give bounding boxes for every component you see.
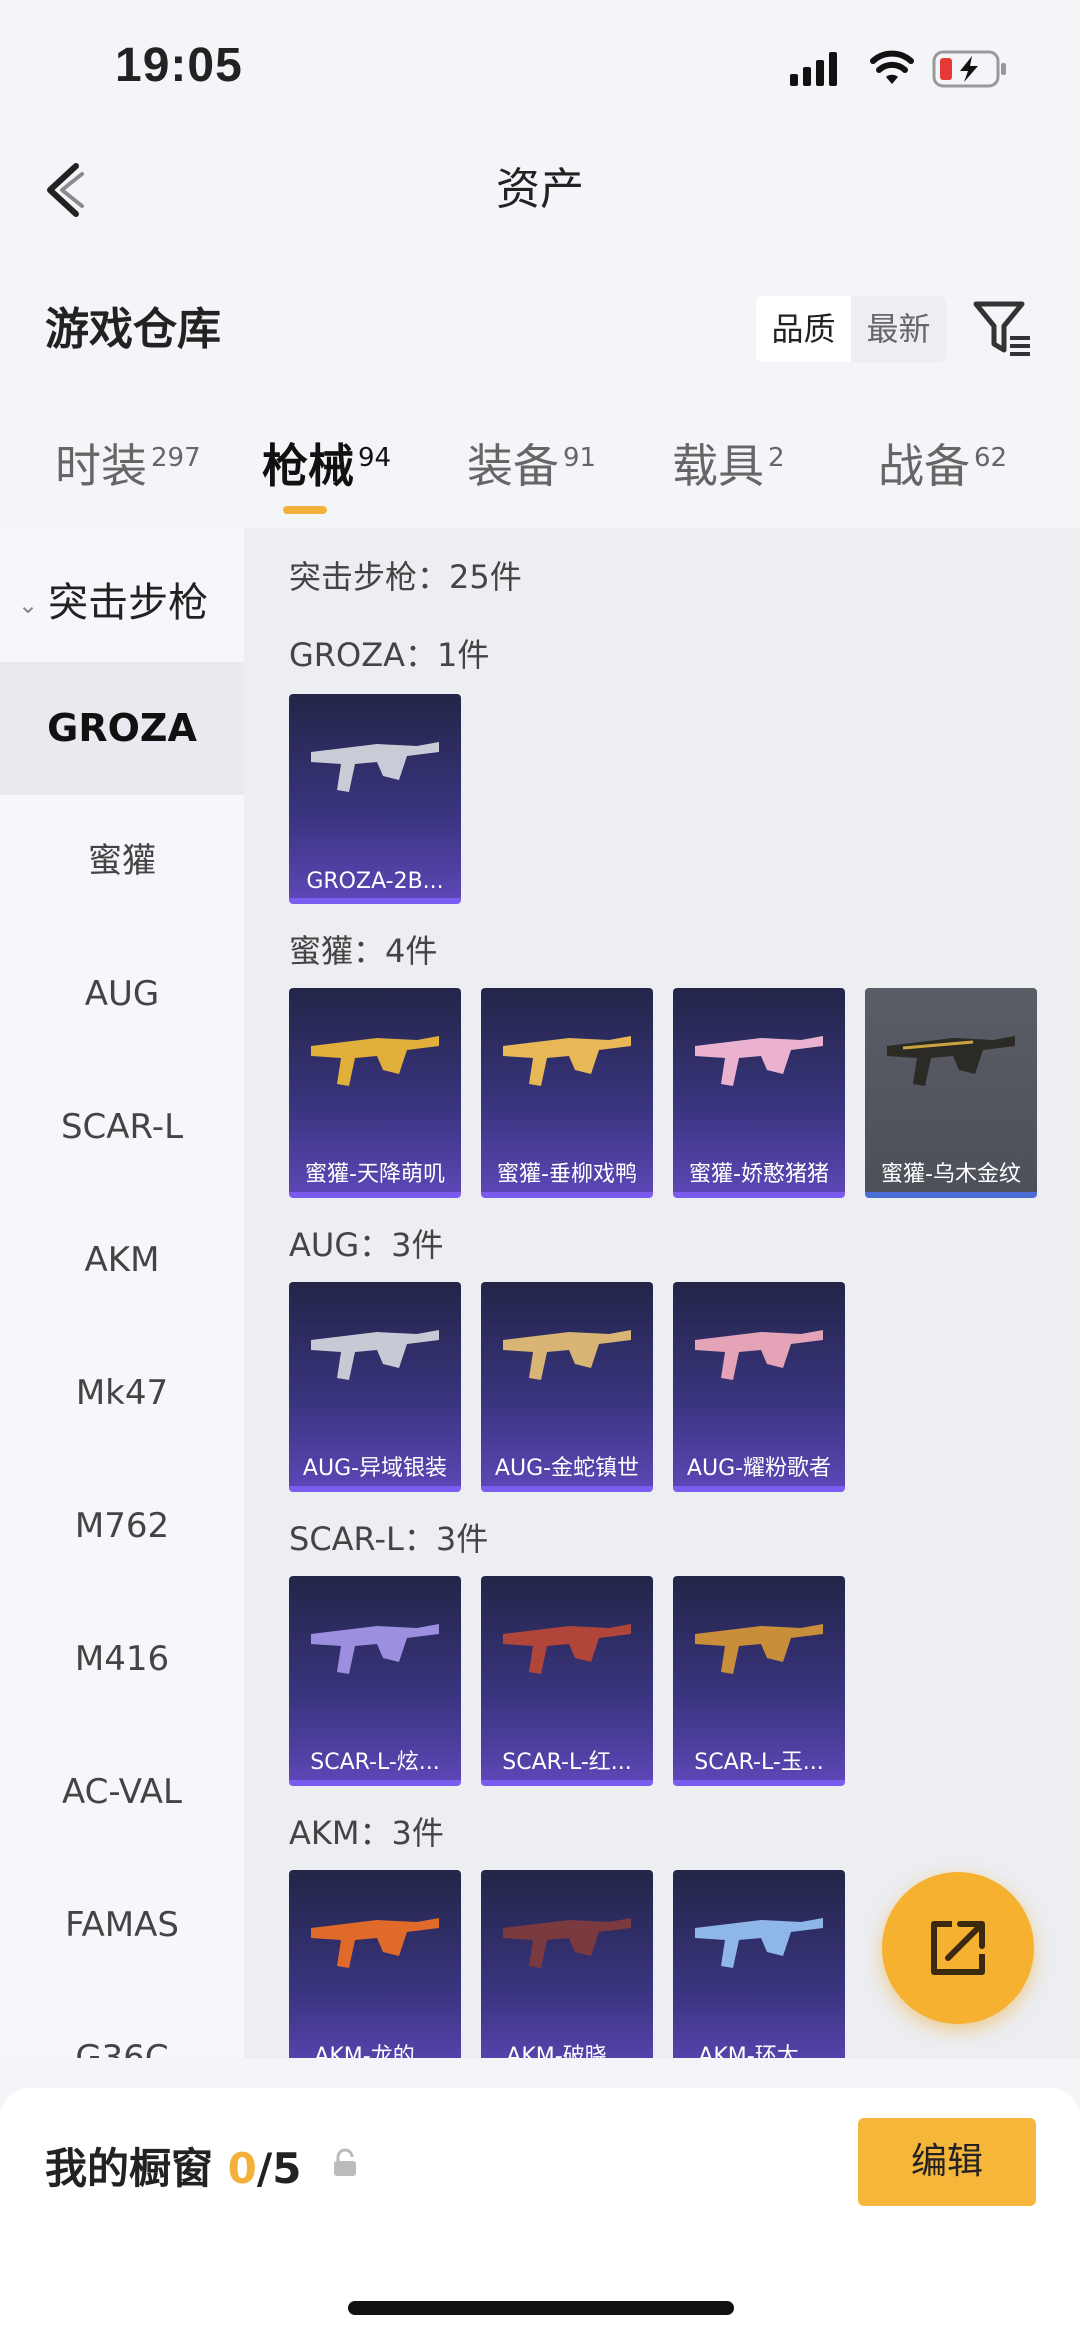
sidebar-item-honey-badger[interactable]: 蜜獾 [0,795,244,928]
warehouse-title: 游戏仓库 [45,304,221,355]
rifle-icon [311,1918,439,1968]
rifle-icon [311,1330,439,1380]
wifi-icon [870,50,914,84]
home-indicator [348,2301,734,2315]
edit-button[interactable]: 编辑 [858,2118,1036,2206]
rifle-icon [503,1036,631,1086]
rifle-icon [311,1624,439,1674]
share-icon [931,1921,985,1975]
rifle-icon [695,1918,823,1968]
tab-equipment[interactable]: 装备 91 [467,430,596,496]
weapon-card[interactable]: AKM-破晓... [481,1870,653,2058]
signal-icon [790,52,837,86]
share-button[interactable] [882,1872,1034,2024]
rifle-icon [503,1918,631,1968]
showcase-label: 我的橱窗 0/5 [45,2144,302,2193]
weapon-card[interactable]: 蜜獾-天降萌叽 [289,988,461,1198]
battery-icon [932,50,1006,88]
tab-active-indicator [283,506,327,514]
filter-icon[interactable] [972,298,1034,360]
rifle-icon [695,1036,823,1086]
tab-vehicles[interactable]: 载具 2 [672,430,785,496]
weapon-card[interactable]: AUG-金蛇镇世 [481,1282,653,1492]
rifle-icon [311,742,439,792]
category-sidebar: ⌄ 突击步枪 GROZA 蜜獾 AUG SCAR-L AKM Mk47 M762 … [0,528,244,2058]
weapon-card[interactable]: 蜜獾-垂柳戏鸭 [481,988,653,1198]
tab-fashion[interactable]: 时装 297 [55,430,201,496]
weapon-card[interactable]: SCAR-L-炫... [289,1576,461,1786]
weapon-card[interactable]: GROZA-2B... [289,694,461,904]
weapon-card[interactable]: 蜜獾-娇憨猪猪 [673,988,845,1198]
sidebar-item-m762[interactable]: M762 [0,1460,244,1593]
sort-latest-option[interactable]: 最新 [851,296,946,362]
section-count: 突击步枪：25件 [289,558,522,596]
tab-bar: 时装 297 枪械 94 装备 91 载具 2 战备 62 [0,430,1080,520]
rifle-icon [503,1330,631,1380]
lock-icon [334,2148,356,2176]
sidebar-item-akm[interactable]: AKM [0,1194,244,1327]
chevron-down-icon: ⌄ [18,591,39,619]
rifle-icon [311,1036,439,1086]
sidebar-item-m416[interactable]: M416 [0,1593,244,1726]
weapon-card[interactable]: SCAR-L-玉... [673,1576,845,1786]
status-time: 19:05 [115,39,243,92]
sidebar-item-ac-val[interactable]: AC-VAL [0,1726,244,1859]
sidebar-item-aug[interactable]: AUG [0,928,244,1061]
group-title: AKM：3件 [289,1814,444,1852]
rifle-icon [887,1036,1015,1086]
weapon-card[interactable]: AKM-龙的... [289,1870,461,2058]
sidebar-item-groza[interactable]: GROZA [0,662,244,795]
group-title: SCAR-L：3件 [289,1520,489,1558]
status-bar: 19:05 [0,0,1080,140]
tab-firearms[interactable]: 枪械 94 [262,430,391,496]
sidebar-item-g36c[interactable]: G36C [0,1992,244,2058]
sidebar-item-mk47[interactable]: Mk47 [0,1327,244,1460]
sort-toggle: 品质 最新 [756,296,946,362]
category-assault-rifle[interactable]: ⌄ 突击步枪 [18,570,208,628]
rifle-icon [503,1624,631,1674]
group-title: AUG：3件 [289,1226,444,1264]
sort-quality-option[interactable]: 品质 [756,296,851,362]
rifle-icon [695,1624,823,1674]
sidebar-item-scar-l[interactable]: SCAR-L [0,1061,244,1194]
tab-supplies[interactable]: 战备 62 [878,430,1007,496]
weapon-card[interactable]: 蜜獾-乌木金纹 [865,988,1037,1198]
rifle-icon [695,1330,823,1380]
weapon-card[interactable]: AUG-异域银装 [289,1282,461,1492]
weapon-card[interactable]: AKM-环太... [673,1870,845,2058]
weapon-card[interactable]: AUG-耀粉歌者 [673,1282,845,1492]
sidebar-item-famas[interactable]: FAMAS [0,1859,244,1992]
weapon-list: 突击步枪：25件 GROZA：1件 GROZA-2B... 蜜獾：4件 蜜獾-天… [244,528,1080,2058]
weapon-card[interactable]: SCAR-L-红... [481,1576,653,1786]
page-title: 资产 [496,164,584,215]
group-title: 蜜獾：4件 [289,932,438,970]
group-title: GROZA：1件 [289,636,490,674]
